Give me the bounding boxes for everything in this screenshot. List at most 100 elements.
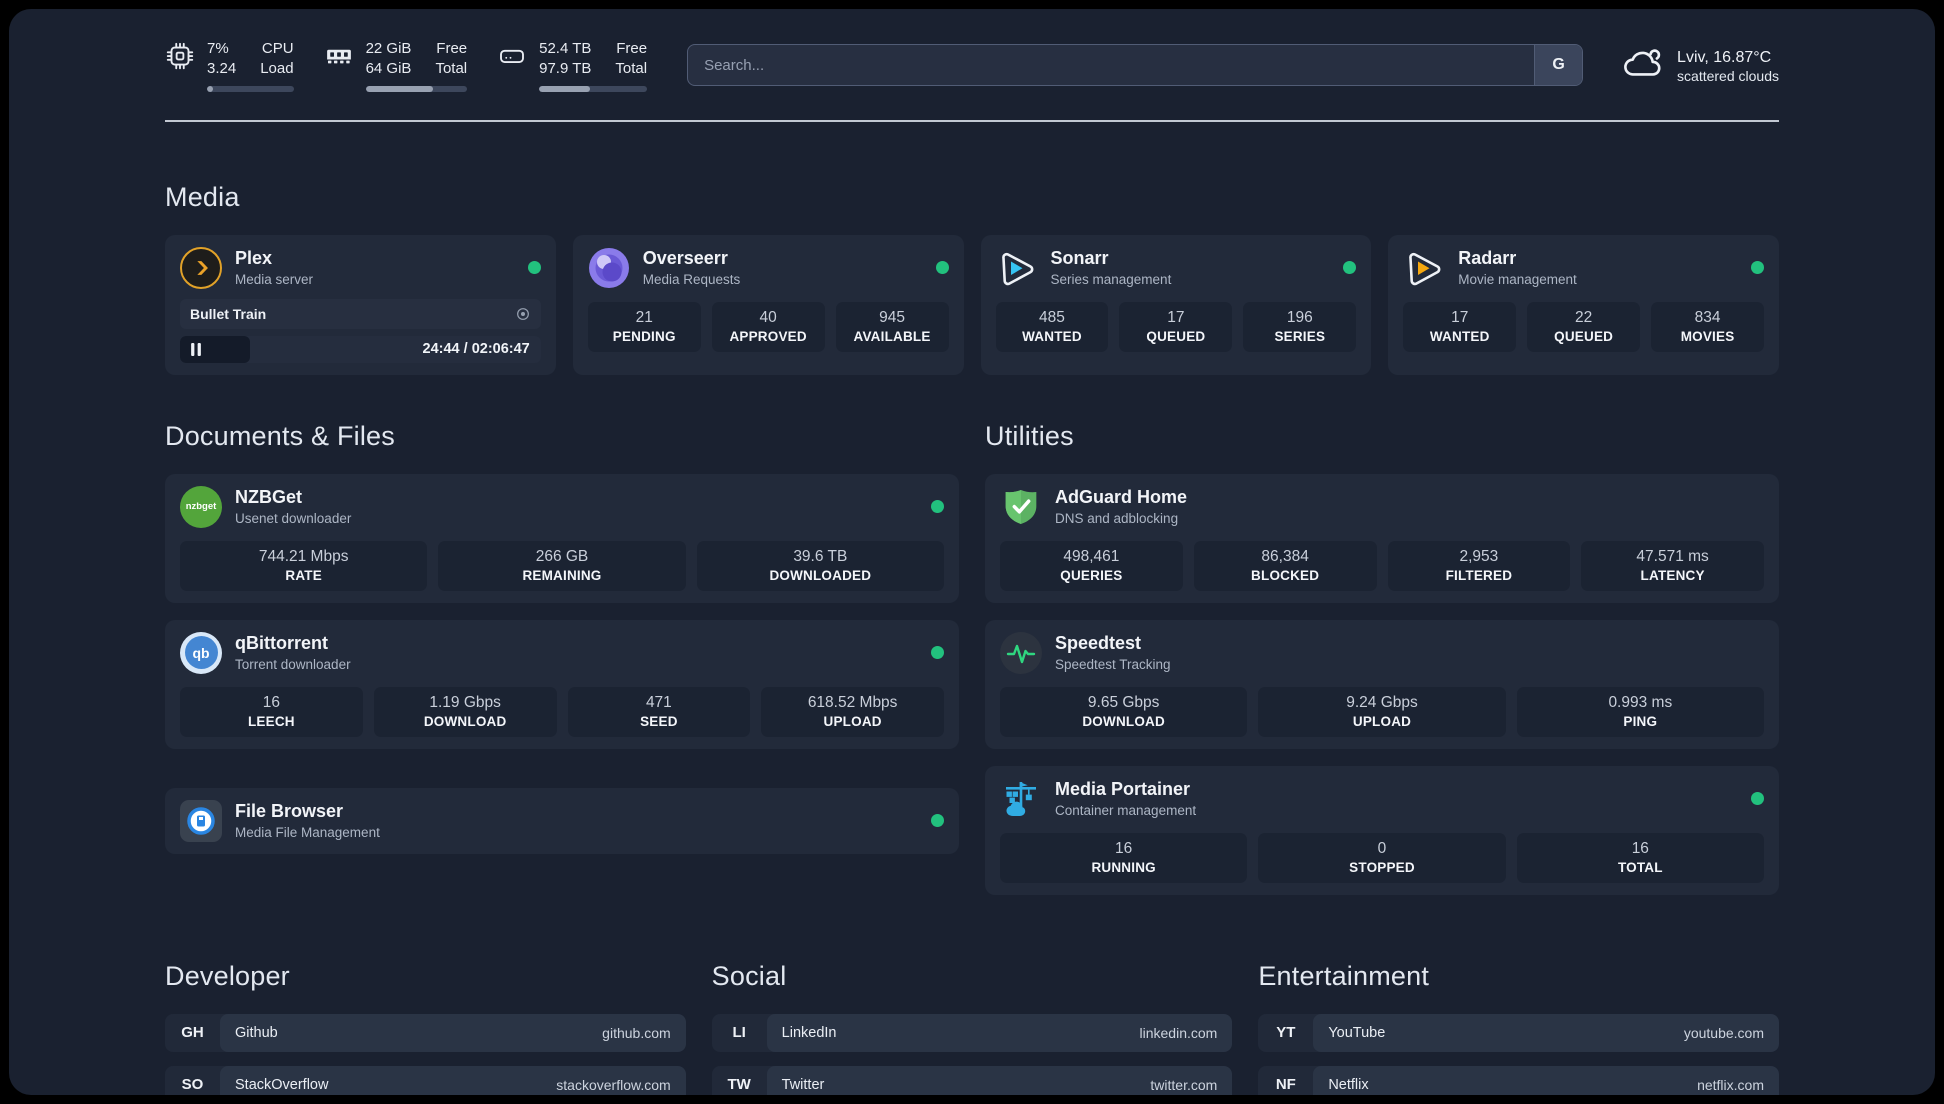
stat-box: 0.993 ms PING bbox=[1516, 686, 1764, 737]
app-card-qbittorrent[interactable]: qb qBittorrent Torrent downloader 16 LEE… bbox=[165, 619, 959, 749]
stat-value: 47.571 ms bbox=[1636, 547, 1709, 565]
app-card-plex[interactable]: Plex Media server Bullet Train 24:44 / 0… bbox=[165, 234, 556, 375]
app-card-portainer[interactable]: Media Portainer Container management 16 … bbox=[985, 765, 1779, 895]
bookmark-name: StackOverflow bbox=[235, 1076, 329, 1093]
stat-label: SERIES bbox=[1274, 328, 1326, 344]
app-name: Speedtest bbox=[1055, 633, 1142, 654]
bookmark-github[interactable]: GH Github github.com bbox=[165, 1013, 686, 1052]
status-online-dot bbox=[931, 814, 944, 828]
search-input[interactable] bbox=[688, 45, 1535, 86]
app-card-overseerr[interactable]: Overseerr Media Requests 21 PENDING 40 A… bbox=[572, 234, 964, 375]
bookmark-name: Netflix bbox=[1328, 1076, 1369, 1093]
stat-box: 945 AVAILABLE bbox=[835, 301, 949, 352]
now-playing-title: Bullet Train bbox=[190, 305, 267, 322]
stat-value: 945 bbox=[879, 308, 905, 326]
stat-box: 17 WANTED bbox=[1403, 301, 1517, 352]
top-bar: 7% 3.24 CPU Load 22 GiB 64 GiB Free Tota… bbox=[165, 9, 1779, 92]
stat-value: 834 bbox=[1694, 308, 1721, 326]
bookmark-url: netflix.com bbox=[1697, 1076, 1764, 1093]
status-online-dot bbox=[931, 500, 944, 514]
bookmark-twitter[interactable]: TW Twitter twitter.com bbox=[711, 1065, 1233, 1095]
search-engine-button[interactable]: G bbox=[1534, 45, 1583, 86]
stat-value: 196 bbox=[1286, 308, 1313, 326]
stat-box: 618.52 Mbps UPLOAD bbox=[761, 686, 944, 737]
cpu-progress-bar bbox=[207, 85, 294, 92]
stat-value: 39.6 TB bbox=[793, 547, 848, 565]
bookmark-abbr: LI bbox=[732, 1024, 746, 1042]
app-card-sonarr[interactable]: Sonarr Series management 485 WANTED 17 Q… bbox=[980, 234, 1372, 375]
search-bar: G bbox=[687, 44, 1584, 87]
stat-value: 266 GB bbox=[535, 547, 589, 565]
app-description: Media server bbox=[235, 271, 314, 287]
stat-value: 0.993 ms bbox=[1608, 693, 1673, 711]
stat-box: 86,384 BLOCKED bbox=[1193, 540, 1377, 591]
weather-condition: scattered clouds bbox=[1677, 68, 1779, 85]
weather-widget: Lviv, 16.87°C scattered clouds bbox=[1621, 42, 1779, 89]
stat-label: RUNNING bbox=[1091, 859, 1156, 875]
cloud-icon bbox=[1621, 42, 1663, 89]
stat-label: UPLOAD bbox=[823, 713, 882, 729]
status-online-dot bbox=[931, 646, 944, 660]
stat-label: PING bbox=[1623, 713, 1658, 729]
ram-total-value: 64 GiB bbox=[365, 59, 412, 77]
bookmark-linkedin[interactable]: LI LinkedIn linkedin.com bbox=[711, 1013, 1233, 1052]
now-playing-widget: Bullet Train 24:44 / 02:06:47 bbox=[180, 298, 541, 363]
stat-label: LEECH bbox=[247, 713, 295, 729]
bookmark-youtube[interactable]: YT YouTube youtube.com bbox=[1258, 1013, 1779, 1052]
disk-icon bbox=[497, 41, 527, 76]
stat-value: 21 bbox=[635, 308, 653, 326]
stat-box: 21 PENDING bbox=[587, 301, 701, 352]
app-description: Torrent downloader bbox=[235, 656, 351, 672]
bookmark-url: stackoverflow.com bbox=[556, 1076, 671, 1093]
bookmark-abbr: TW bbox=[727, 1076, 751, 1094]
cpu-label: CPU bbox=[261, 40, 294, 57]
stat-value: 16 bbox=[1115, 839, 1133, 857]
qbittorrent-icon: qb bbox=[180, 631, 222, 674]
plex-icon bbox=[180, 246, 222, 289]
portainer-icon bbox=[1000, 778, 1042, 820]
bookmark-netflix[interactable]: NF Netflix netflix.com bbox=[1258, 1065, 1779, 1095]
stat-value: 618.52 Mbps bbox=[807, 693, 898, 711]
stat-label: UPLOAD bbox=[1352, 713, 1412, 729]
stat-label: AVAILABLE bbox=[853, 328, 931, 344]
app-name: AdGuard Home bbox=[1055, 487, 1188, 508]
bookmark-name: Twitter bbox=[781, 1076, 825, 1093]
app-name: Sonarr bbox=[1050, 248, 1109, 269]
bookmark-url: github.com bbox=[602, 1024, 671, 1041]
section-developer: Developer GH Github github.com SO StackO… bbox=[165, 961, 686, 1095]
bookmark-name: LinkedIn bbox=[781, 1024, 837, 1041]
system-stats: 7% 3.24 CPU Load 22 GiB 64 GiB Free Tota… bbox=[165, 39, 648, 92]
bookmark-url: youtube.com bbox=[1683, 1024, 1764, 1041]
stat-value: 40 bbox=[759, 308, 777, 326]
app-card-radarr[interactable]: Radarr Movie management 17 WANTED 22 QUE… bbox=[1388, 234, 1779, 375]
section-social: Social LI LinkedIn linkedin.com TW Twitt… bbox=[711, 960, 1233, 1095]
disk-total-value: 97.9 TB bbox=[539, 59, 592, 77]
section-title-social: Social bbox=[711, 960, 787, 991]
radarr-icon bbox=[1403, 247, 1445, 289]
stat-value: 744.21 Mbps bbox=[258, 547, 349, 565]
section-title-documents: Documents & Files bbox=[165, 420, 395, 451]
app-card-nzbget[interactable]: nzbget NZBGet Usenet downloader 744.21 M… bbox=[165, 473, 959, 603]
app-description: Usenet downloader bbox=[235, 510, 352, 526]
section-media: Media Plex Media server Bullet Train 24:… bbox=[165, 182, 1779, 375]
section-title-media: Media bbox=[165, 181, 240, 212]
stat-box: 40 APPROVED bbox=[711, 301, 825, 352]
stat-label: FILTERED bbox=[1445, 567, 1513, 583]
stat-value: 22 bbox=[1575, 308, 1593, 326]
app-card-speedtest[interactable]: Speedtest Speedtest Tracking 9.65 Gbps D… bbox=[985, 619, 1779, 749]
stat-label: WANTED bbox=[1022, 328, 1082, 344]
stat-label: DOWNLOAD bbox=[1082, 713, 1165, 729]
bookmark-url: twitter.com bbox=[1150, 1076, 1218, 1093]
playback-time: 24:44 / 02:06:47 bbox=[422, 341, 530, 358]
app-card-adguard[interactable]: AdGuard Home DNS and adblocking 498,461 … bbox=[985, 473, 1779, 603]
bookmark-stackoverflow[interactable]: SO StackOverflow stackoverflow.com bbox=[165, 1065, 686, 1095]
stat-label: DOWNLOAD bbox=[423, 713, 507, 729]
cpu-icon bbox=[165, 41, 195, 76]
ram-progress-bar bbox=[365, 85, 468, 92]
pause-icon[interactable] bbox=[191, 342, 201, 356]
cpu-load-value: 3.24 bbox=[207, 59, 237, 77]
bookmark-url: linkedin.com bbox=[1139, 1024, 1218, 1041]
stat-label: LATENCY bbox=[1640, 567, 1705, 583]
app-card-filebrowser[interactable]: File Browser Media File Management bbox=[165, 787, 959, 854]
stat-label: SEED bbox=[640, 713, 678, 729]
